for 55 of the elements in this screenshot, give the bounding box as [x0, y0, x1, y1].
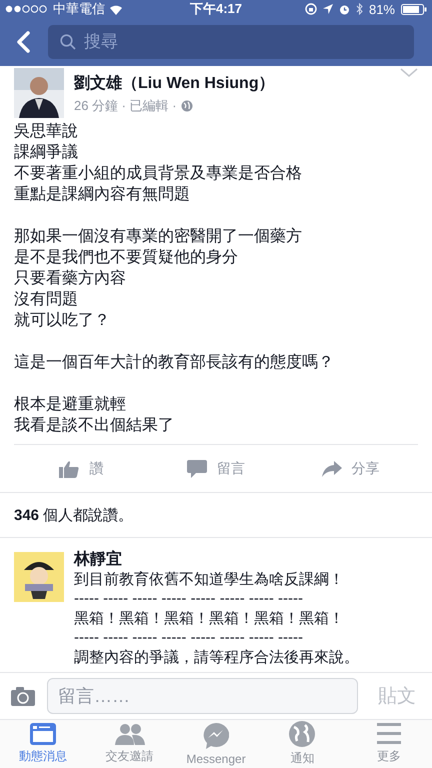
- comment-text-line: 黑箱！黑箱！黑箱！黑箱！黑箱！黑箱！: [74, 608, 344, 628]
- post-meta: 26 分鐘 · 已編輯 ·: [74, 97, 177, 116]
- post-text-line: 只要看藥方內容: [14, 268, 126, 290]
- signal-icon: [5, 5, 49, 14]
- post-text-line: 就可以吃了？: [14, 310, 110, 332]
- messenger-icon: [203, 722, 230, 749]
- camera-icon[interactable]: [11, 686, 35, 706]
- globe-icon: [180, 100, 193, 112]
- comment-text-line: ----- ----- ----- ----- ----- ----- ----- -----: [74, 628, 303, 648]
- comment-text-line: ----- ----- ----- ----- ----- ----- ----- -----: [74, 589, 303, 609]
- share-arrow-icon: [322, 460, 342, 477]
- avatar: [14, 552, 64, 602]
- avatar: [14, 68, 64, 118]
- post-text-line: 是不是我們也不要質疑他的身分: [14, 248, 238, 268]
- menu-icon: [376, 723, 401, 746]
- bluetooth-icon: [356, 3, 363, 16]
- post-text-line: 不要著重小組的成員背景及專業是否合格: [14, 164, 302, 184]
- post-text-line: 課綱爭議: [14, 142, 78, 164]
- share-button[interactable]: 分享: [283, 452, 418, 486]
- tab[interactable]: 動態消息: [0, 720, 86, 768]
- post-text-line: 重點是課綱內容有無問題: [14, 184, 190, 206]
- comment-text-line: 到目前教育依舊不知道學生為啥反課綱！: [74, 570, 344, 590]
- commenter-name[interactable]: 林靜宜: [74, 550, 359, 570]
- post-button[interactable]: 貼文: [370, 683, 416, 710]
- post-text-line: 我看是談不出個結果了: [14, 416, 174, 436]
- tab[interactable]: Messenger: [172, 720, 260, 768]
- author-name[interactable]: 劉文雄（Liu Wen Hsiung）: [74, 73, 390, 94]
- rotation-lock-icon: [304, 3, 317, 16]
- like-count[interactable]: 346 個人都說讚。: [14, 506, 134, 525]
- tab[interactable]: 交友邀請: [86, 720, 173, 768]
- comment-text-line: 調整內容的爭議，請等程序合法後再來說。: [74, 648, 359, 668]
- post-text-line: 沒有問題: [14, 290, 78, 310]
- search-field[interactable]: 搜尋: [48, 25, 414, 60]
- post-text-line: 那如果一個沒有專業的密醫開了一個藥方: [14, 226, 302, 248]
- thumbs-up-icon: [59, 460, 80, 478]
- wifi-icon: [109, 4, 123, 15]
- people-icon: [114, 723, 145, 746]
- post-text-line: 根本是避重就輕: [14, 394, 126, 416]
- alarm-clock-icon: [338, 4, 350, 15]
- comment-field[interactable]: 留言……: [47, 678, 358, 714]
- location-arrow-icon: [322, 4, 333, 14]
- like-button[interactable]: 讚: [14, 452, 149, 486]
- battery-icon: [401, 4, 427, 15]
- post-text-line: 這是一個百年大計的教育部長該有的態度嗎？: [14, 352, 334, 374]
- news-feed-icon: [30, 723, 56, 746]
- battery-percent: 81%: [368, 2, 395, 17]
- tab[interactable]: 更多: [346, 720, 432, 768]
- tab[interactable]: 通知: [259, 720, 346, 768]
- clock-time: 下午4:17: [190, 0, 242, 18]
- speech-bubble-icon: [187, 460, 207, 478]
- comment-button[interactable]: 留言: [148, 452, 284, 486]
- back-icon[interactable]: [16, 31, 30, 54]
- carrier-name: 中華電信: [53, 0, 105, 18]
- search-icon: [60, 34, 76, 50]
- post-text-line: 吳思華說: [14, 122, 78, 142]
